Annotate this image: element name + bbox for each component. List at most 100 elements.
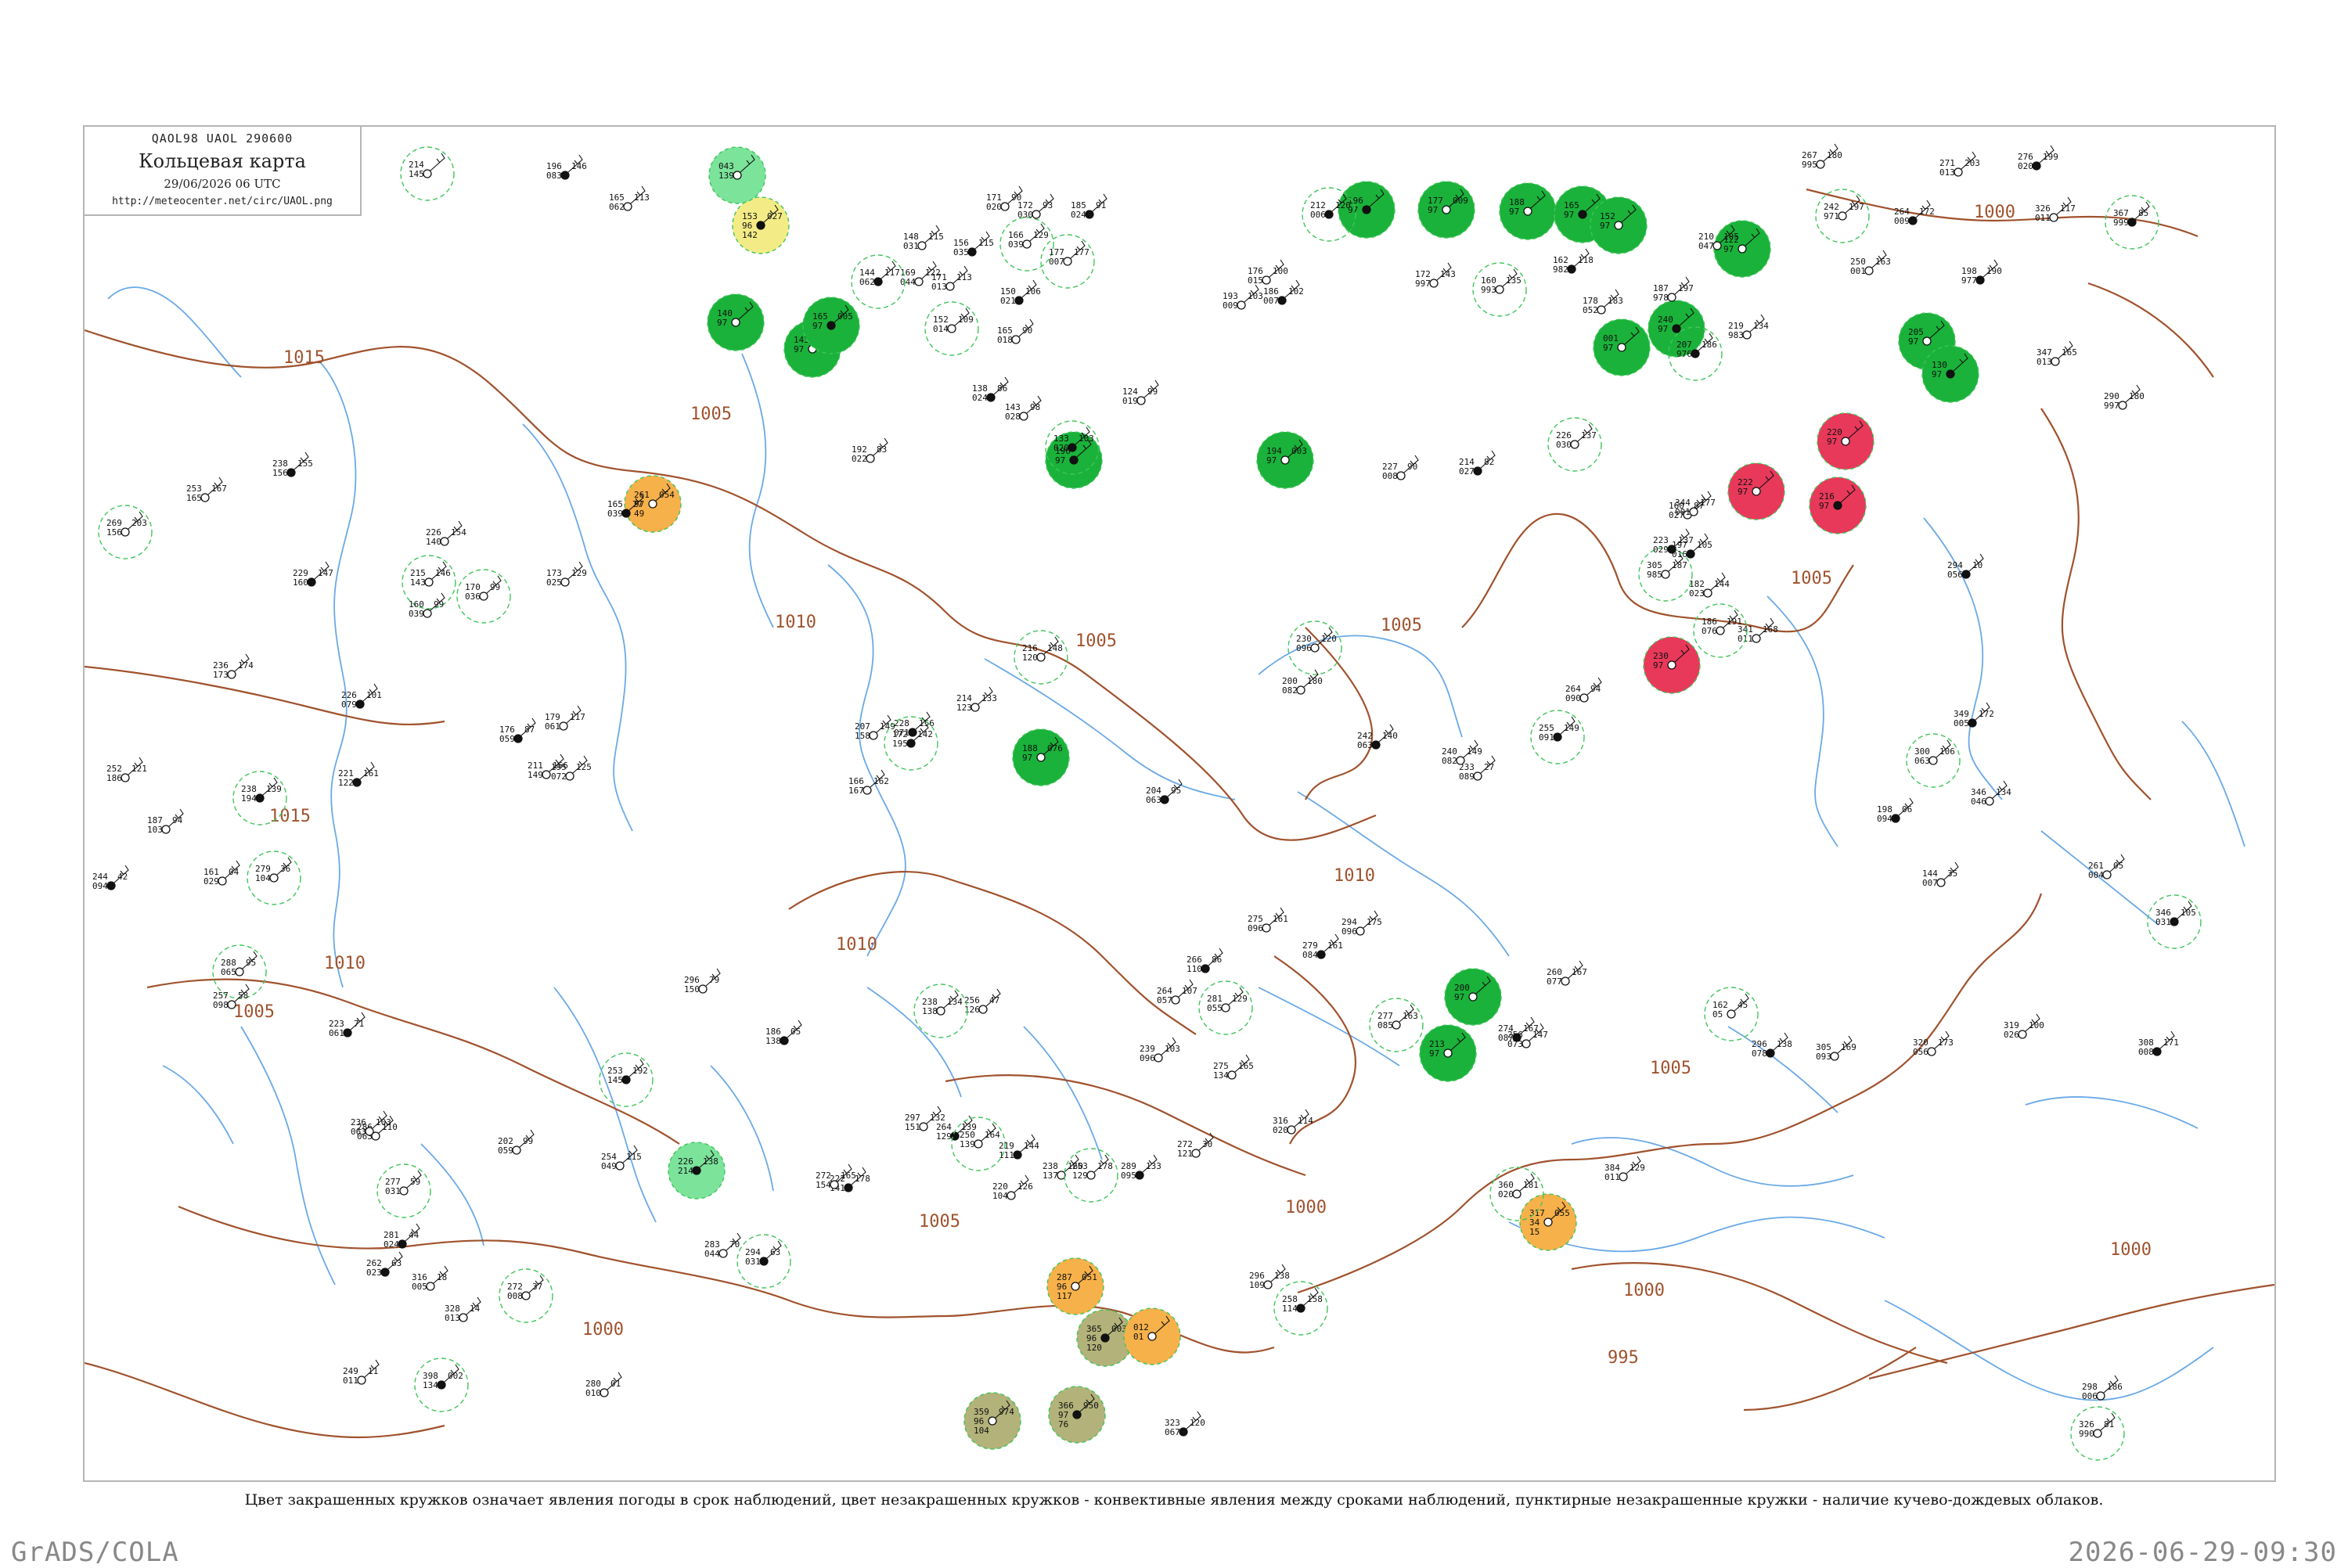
station-value: 175 <box>1367 917 1382 927</box>
station-value: 025 <box>546 577 562 588</box>
station-value: 063 <box>351 1127 366 1137</box>
cloud-cover-icon <box>1468 992 1478 1002</box>
station-value: 172 <box>1979 709 1994 719</box>
station-value: 084 <box>1302 950 1318 960</box>
weather-station: 255091149 <box>1530 710 1585 764</box>
station-value: 117 <box>2060 203 2076 214</box>
cloud-cover-icon <box>1280 455 1290 465</box>
rivers <box>107 286 2245 1401</box>
station-value: 006 <box>1310 210 1326 220</box>
weather-station: 3173405515 <box>1519 1193 1577 1251</box>
weather-station: 290997180 <box>2104 384 2145 411</box>
station-value: 103 <box>1079 433 1094 444</box>
cloud-cover-icon <box>1036 653 1046 662</box>
station-value: 094 <box>92 881 108 891</box>
cloud-cover-icon <box>615 1161 625 1171</box>
weather-station: 21402782 <box>1459 450 1496 477</box>
weather-station: 25612647 <box>964 988 1001 1015</box>
weather-station: 226140154 <box>426 520 466 547</box>
cloud-cover-icon <box>1136 396 1146 405</box>
weather-station: 15297 <box>1590 196 1648 254</box>
station-value: 009 <box>1894 216 1910 226</box>
weather-station: 219111144 <box>999 1134 1039 1160</box>
weather-station: 250001163 <box>1850 250 1891 276</box>
cloud-cover-icon <box>1072 1410 1082 1419</box>
station-value: 109 <box>958 315 974 325</box>
cloud-cover-icon <box>343 1028 352 1038</box>
station-value: 008 <box>2138 1047 2154 1057</box>
cloud-cover-icon <box>648 499 657 509</box>
station-value: 107 <box>1182 986 1197 996</box>
station-value: 120 <box>1321 634 1337 644</box>
station-value: 173 <box>1938 1038 1954 1048</box>
weather-station: 384011129 <box>1604 1156 1645 1182</box>
cloud-cover-icon <box>1392 1020 1401 1030</box>
station-value: 180 <box>2129 391 2145 401</box>
map-title-box: QAOL98 UAOL 290600 Кольцевая карта 29/06… <box>85 127 362 216</box>
cloud-cover-icon <box>1578 210 1587 219</box>
station-value: 085 <box>1377 1020 1393 1030</box>
cloud-cover-icon <box>1667 660 1676 670</box>
station-value: 146 <box>571 161 587 171</box>
station-value: 082 <box>1442 756 1457 766</box>
station-value: 37 <box>532 1282 542 1292</box>
station-value: 028 <box>1005 412 1021 422</box>
station-value: 976 <box>1676 349 1692 359</box>
station-value: 155 <box>297 459 313 469</box>
station-value: 49 <box>634 509 644 519</box>
cloud-cover-icon <box>1689 507 1698 516</box>
station-value: 11 <box>368 1366 378 1376</box>
station-value: 86 <box>1212 955 1222 965</box>
station-value: 06 <box>1902 804 1912 815</box>
cloud-cover-icon <box>1456 756 1465 765</box>
station-value: 161 <box>1273 914 1288 924</box>
weather-station: 326011117 <box>2035 196 2076 223</box>
station-value: 100 <box>1273 266 1288 276</box>
cloud-cover-icon <box>974 1139 983 1149</box>
station-value: 030 <box>1017 210 1033 220</box>
station-value: 051 <box>1082 1272 1097 1282</box>
weather-station: 176015100 <box>1248 259 1288 286</box>
cloud-cover-icon <box>542 770 551 779</box>
station-value: 142 <box>917 729 933 739</box>
cloud-cover-icon <box>1512 1189 1522 1199</box>
station-value: 011 <box>2035 213 2051 223</box>
station-value: 026 <box>2004 1030 2019 1040</box>
station-value: 143 <box>410 577 426 588</box>
weather-station: 198977190 <box>1961 259 2002 286</box>
cloud-cover-icon <box>1752 487 1761 496</box>
station-value: 008 <box>1382 471 1398 481</box>
station-value: 103 <box>376 1117 391 1127</box>
weather-station: 26611086 <box>1187 948 1223 974</box>
station-value: 011 <box>1604 1172 1620 1182</box>
cloud-cover-icon <box>978 1005 988 1014</box>
cloud-cover-icon <box>1570 440 1579 449</box>
weather-station: 156035115 <box>953 231 994 257</box>
isobar-label: 1000 <box>582 1320 624 1340</box>
cloud-cover-icon <box>756 221 765 230</box>
station-value: 145 <box>607 1075 623 1085</box>
station-value: 82 <box>1484 457 1494 467</box>
station-value: 163 <box>1875 257 1891 267</box>
station-value: 05 <box>790 1027 801 1037</box>
station-value: 059 <box>499 734 515 744</box>
weather-station: 294096175 <box>1341 910 1382 937</box>
cloud-cover-icon <box>1686 549 1695 559</box>
weather-station: 13097 <box>1921 345 1979 403</box>
cloud-cover-icon <box>1310 643 1320 653</box>
weather-station: 179061117 <box>545 705 585 732</box>
cloud-cover-icon <box>1752 634 1761 643</box>
cloud-cover-icon <box>1838 211 1847 221</box>
cloud-cover-icon <box>1179 1427 1188 1437</box>
weather-station: 21397 <box>1419 1024 1477 1082</box>
station-value: 001 <box>1850 266 1866 276</box>
station-value: 096 <box>1248 923 1263 933</box>
cloud-cover-icon <box>255 793 265 803</box>
weather-station: 29403163 <box>736 1234 791 1289</box>
station-value: 191 <box>1727 617 1742 627</box>
map-frame: 1015 1015 1010 1010 1010 1010 1005 1005 … <box>83 125 2276 1482</box>
station-value: 134 <box>423 1380 438 1390</box>
weather-station: 229160147 <box>293 561 333 588</box>
station-value: 039 <box>607 509 623 519</box>
station-value: 145 <box>409 169 424 179</box>
